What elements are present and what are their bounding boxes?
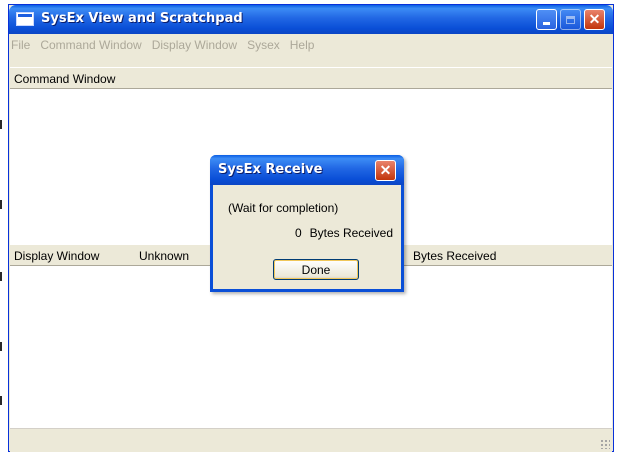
window-title: SysEx View and Scratchpad [41,11,243,26]
maximize-button[interactable] [560,9,581,30]
edge-mark [0,200,2,209]
minimize-button[interactable] [536,9,557,30]
title-bar[interactable]: SysEx View and Scratchpad ✕ [9,5,613,34]
byte-count-value: 0 [294,226,302,240]
menu-command-window[interactable]: Command Window [35,38,146,52]
menu-display-window[interactable]: Display Window [147,38,242,52]
edge-mark [0,342,2,351]
bytes-received-label: Bytes Received [413,249,497,263]
close-icon: ✕ [379,162,392,178]
dialog-message: (Wait for completion) [228,201,339,215]
byte-count-readout: 0 Bytes Received [295,226,393,240]
done-button[interactable]: Done [273,259,359,280]
sysex-type-label: Unknown [139,249,190,263]
dialog-title-bar[interactable]: SysEx Receive ✕ [210,155,404,185]
edge-mark [0,272,2,281]
dialog-title: SysEx Receive [218,162,323,177]
maximize-icon [566,15,575,24]
menu-file[interactable]: File [11,38,35,52]
edge-mark [0,120,2,129]
menu-bar: File Command Window Display Window Sysex… [9,34,613,55]
menu-help[interactable]: Help [285,38,320,52]
status-bar [10,428,612,452]
close-icon: ✕ [588,11,601,27]
command-pane-label: Command Window [14,72,116,86]
byte-count-label: Bytes Received [309,226,393,240]
menu-sysex[interactable]: Sysex [242,38,285,52]
window-icon [16,12,34,26]
resize-grip-icon[interactable] [600,439,610,449]
command-pane-header: Command Window [10,67,612,89]
close-button[interactable]: ✕ [584,9,605,30]
dialog-close-button[interactable]: ✕ [375,160,396,181]
edge-mark [0,396,2,405]
display-pane-label: Display Window [14,249,100,263]
minimize-icon [543,21,550,25]
sysex-receive-dialog: SysEx Receive ✕ (Wait for completion) 0B… [210,155,404,292]
